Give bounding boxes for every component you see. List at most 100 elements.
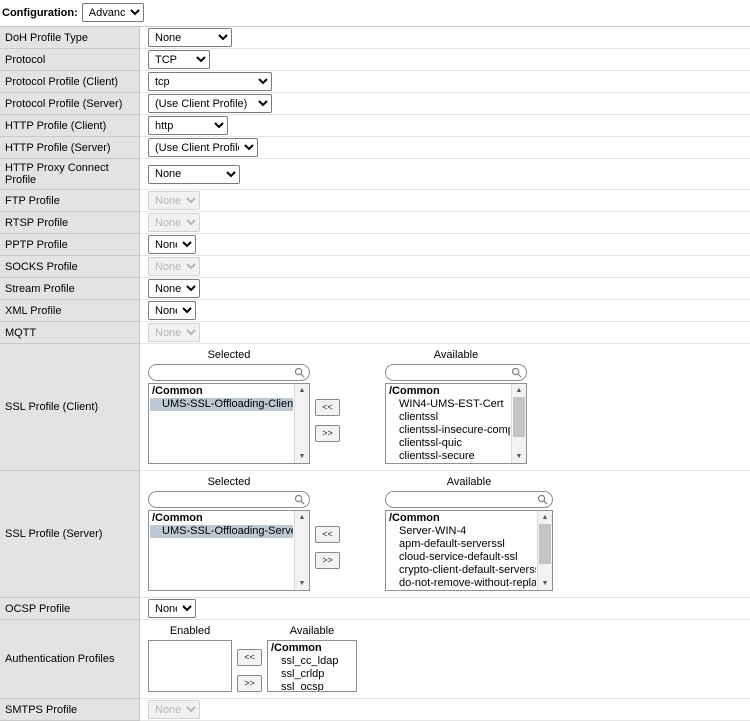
scrollbar-down-icon[interactable]: ▼ xyxy=(295,577,309,590)
list-item[interactable]: cloud-service-default-ssl xyxy=(387,551,536,564)
scrollbar[interactable]: ▲ ▼ xyxy=(294,384,309,463)
row-mqtt: MQTT None xyxy=(0,322,750,344)
ssl-client-selected-search-input[interactable] xyxy=(148,364,310,381)
ssl-client-selected-search xyxy=(148,364,310,381)
doh-profile-type-select[interactable]: None xyxy=(148,28,232,47)
pptp-profile-label: PPTP Profile xyxy=(0,234,140,256)
mqtt-select: None xyxy=(148,323,200,342)
scrollbar[interactable]: ▲ ▼ xyxy=(511,384,526,463)
http-profile-server-select[interactable]: (Use Client Profile) xyxy=(148,138,258,157)
move-left-button[interactable]: << xyxy=(315,399,340,416)
ocsp-profile-label: OCSP Profile xyxy=(0,598,140,620)
scrollbar-track[interactable] xyxy=(295,397,309,450)
list-group-header: /Common xyxy=(269,642,340,655)
scrollbar-track[interactable] xyxy=(512,397,526,450)
row-authentication-profiles: Authentication Profiles Enabled << >> Av… xyxy=(0,620,750,699)
ssl-server-selected-column: Selected /Common UMS-SSL-Offloading-Serv… xyxy=(148,474,310,591)
scrollbar-down-icon[interactable]: ▼ xyxy=(295,450,309,463)
ssl-server-available-header: Available xyxy=(385,474,553,491)
row-xml-profile: XML Profile None xyxy=(0,300,750,322)
list-item[interactable]: WIN4-UMS-EST-Cert xyxy=(387,398,510,411)
http-proxy-connect-profile-select[interactable]: None xyxy=(148,165,240,184)
http-proxy-connect-profile-label: HTTP Proxy Connect Profile xyxy=(0,159,140,190)
move-right-button[interactable]: >> xyxy=(315,425,340,442)
pptp-profile-select[interactable]: None xyxy=(148,235,196,254)
scrollbar-track[interactable] xyxy=(538,524,552,577)
list-item[interactable]: f5aas-default-ssl xyxy=(387,590,536,591)
list-item[interactable]: UMS-SSL-Offloading-Server-Profile xyxy=(150,525,293,538)
scrollbar-track[interactable] xyxy=(295,524,309,577)
settings-table: DoH Profile Type None Protocol TCP Proto… xyxy=(0,26,750,721)
ocsp-profile-select[interactable]: None xyxy=(148,599,196,618)
move-left-button[interactable]: << xyxy=(237,649,262,666)
scrollbar-up-icon[interactable]: ▲ xyxy=(295,511,309,524)
list-item[interactable]: Server-WIN-4 xyxy=(387,525,536,538)
protocol-select[interactable]: TCP xyxy=(148,50,210,69)
scrollbar-up-icon[interactable]: ▲ xyxy=(295,384,309,397)
scrollbar-thumb[interactable] xyxy=(513,397,525,437)
configuration-bar: Configuration: Advanced xyxy=(0,0,750,26)
scrollbar[interactable]: ▲ ▼ xyxy=(537,511,552,590)
list-item[interactable]: apm-default-serverssl xyxy=(387,538,536,551)
scrollbar-down-icon[interactable]: ▼ xyxy=(512,450,526,463)
row-http-profile-client: HTTP Profile (Client) http xyxy=(0,115,750,137)
move-left-button[interactable]: << xyxy=(315,526,340,543)
list-item[interactable]: do-not-remove-without-replacement xyxy=(387,577,536,590)
list-group-header: /Common xyxy=(150,385,293,398)
ssl-server-selected-search-input[interactable] xyxy=(148,491,310,508)
ssl-client-available-column: Available /Common WIN4-UMS-EST-Cert clie… xyxy=(385,347,527,464)
list-item[interactable]: clientssl xyxy=(387,411,510,424)
list-item[interactable]: UMS-SSL-Offloading-Client-Profile xyxy=(150,398,293,411)
list-item[interactable]: ssl_ocsp xyxy=(269,681,340,692)
ssl-server-available-search-input[interactable] xyxy=(385,491,553,508)
scrollbar-up-icon[interactable]: ▲ xyxy=(512,384,526,397)
ssl-server-selected-list[interactable]: /Common UMS-SSL-Offloading-Server-Profil… xyxy=(148,510,310,591)
row-stream-profile: Stream Profile None xyxy=(0,278,750,300)
authentication-available-column: Available /Common ssl_cc_ldap ssl_crldp … xyxy=(267,623,357,692)
authentication-enabled-header: Enabled xyxy=(148,623,232,640)
ssl-client-available-search xyxy=(385,364,527,381)
protocol-profile-client-label: Protocol Profile (Client) xyxy=(0,71,140,93)
http-profile-client-select[interactable]: http xyxy=(148,116,228,135)
scrollbar-down-icon[interactable]: ▼ xyxy=(538,577,552,590)
search-icon xyxy=(294,494,305,505)
search-icon xyxy=(294,367,305,378)
ssl-server-move-buttons: << >> xyxy=(315,526,340,569)
authentication-enabled-list[interactable] xyxy=(148,640,232,692)
xml-profile-select[interactable]: None xyxy=(148,301,196,320)
ssl-client-available-header: Available xyxy=(385,347,527,364)
http-profile-server-label: HTTP Profile (Server) xyxy=(0,137,140,159)
ssl-client-available-list[interactable]: /Common WIN4-UMS-EST-Cert clientssl clie… xyxy=(385,383,527,464)
scrollbar[interactable]: ▲ ▼ xyxy=(294,511,309,590)
move-right-button[interactable]: >> xyxy=(315,552,340,569)
row-socks-profile: SOCKS Profile None xyxy=(0,256,750,278)
authentication-dual-list: Enabled << >> Available /Common ssl_cc_l… xyxy=(148,623,357,692)
authentication-available-list[interactable]: /Common ssl_cc_ldap ssl_crldp ssl_ocsp xyxy=(267,640,357,692)
list-item[interactable]: ssl_cc_ldap xyxy=(269,655,340,668)
configuration-select[interactable]: Advanced xyxy=(82,3,144,22)
stream-profile-select[interactable]: None xyxy=(148,279,200,298)
protocol-profile-server-select[interactable]: (Use Client Profile) xyxy=(148,94,272,113)
ssl-server-dual-list: Selected /Common UMS-SSL-Offloading-Serv… xyxy=(148,474,553,591)
scrollbar-thumb[interactable] xyxy=(539,524,551,564)
list-item[interactable]: crypto-client-default-serverssl xyxy=(387,564,536,577)
ssl-client-move-buttons: << >> xyxy=(315,399,340,442)
row-ssl-profile-client: SSL Profile (Client) Selected /Common xyxy=(0,344,750,471)
move-right-button[interactable]: >> xyxy=(237,675,262,692)
ssl-client-selected-column: Selected /Common UMS-SSL-Offloading-Clie… xyxy=(148,347,310,464)
list-item[interactable]: clientssl-quic xyxy=(387,437,510,450)
ssl-server-available-list[interactable]: /Common Server-WIN-4 apm-default-servers… xyxy=(385,510,553,591)
protocol-profile-client-select[interactable]: tcp xyxy=(148,72,272,91)
scrollbar-up-icon[interactable]: ▲ xyxy=(538,511,552,524)
list-item[interactable]: ssl_crldp xyxy=(269,668,340,681)
ssl-client-available-search-input[interactable] xyxy=(385,364,527,381)
ssl-client-selected-list[interactable]: /Common UMS-SSL-Offloading-Client-Profil… xyxy=(148,383,310,464)
ssl-client-dual-list: Selected /Common UMS-SSL-Offloading-Clie… xyxy=(148,347,527,464)
search-icon xyxy=(511,367,522,378)
list-item[interactable]: crypto-server-default-clientssl xyxy=(387,463,510,464)
list-item[interactable]: clientssl-secure xyxy=(387,450,510,463)
rtsp-profile-label: RTSP Profile xyxy=(0,212,140,234)
authentication-profiles-label: Authentication Profiles xyxy=(0,620,140,699)
doh-profile-type-label: DoH Profile Type xyxy=(0,27,140,49)
list-item[interactable]: clientssl-insecure-compatible xyxy=(387,424,510,437)
